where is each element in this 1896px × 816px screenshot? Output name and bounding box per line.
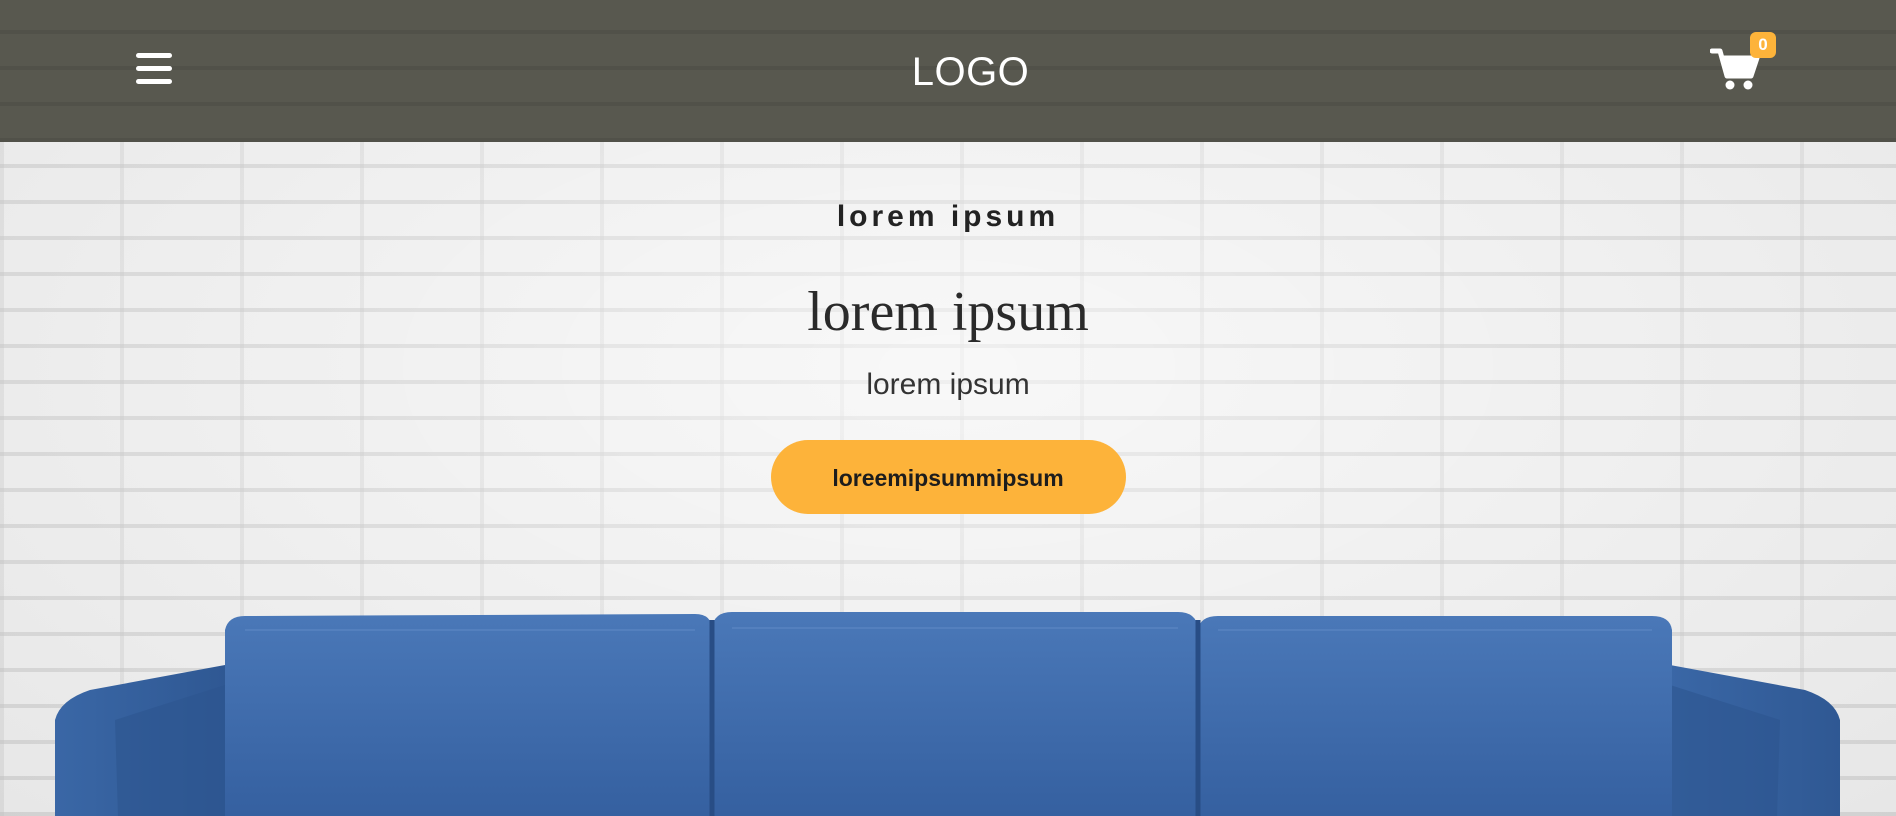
logo-text: LOGO [911, 50, 1030, 94]
hero-section: lorem ipsum lorem ipsum lorem ipsum lore… [0, 200, 1896, 514]
blue-sofa-image [55, 612, 1840, 816]
cart-count-badge: 0 [1750, 32, 1776, 58]
hero-kicker: lorem ipsum [836, 200, 1060, 233]
hero-subhead: lorem ipsum [866, 368, 1030, 401]
hero-headline: lorem ipsum [807, 281, 1089, 343]
landing-page: LOGO 0 lorem ipsum lorem ipsum lorem ips… [0, 0, 1896, 816]
cta-button[interactable]: loreemipsummipsum [770, 440, 1126, 514]
logo[interactable]: LOGO [0, 50, 1896, 95]
top-header: LOGO 0 [0, 0, 1896, 142]
